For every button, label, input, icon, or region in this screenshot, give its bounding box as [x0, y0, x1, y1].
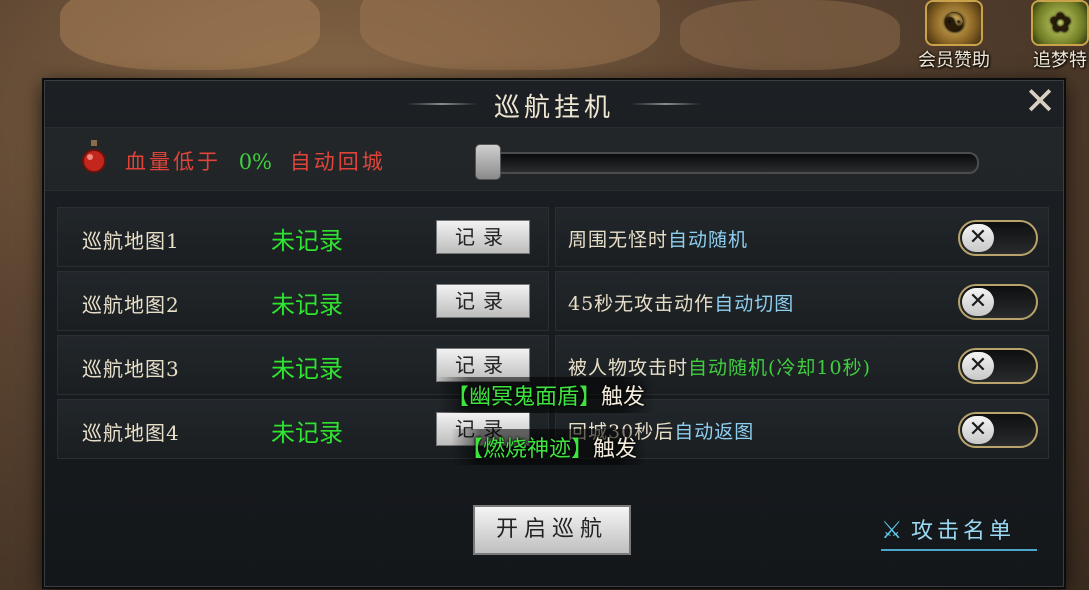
record-button[interactable]: 记录 — [436, 220, 530, 254]
option-label-highlight: 自动随机(冷却10秒) — [688, 357, 872, 379]
option-label-highlight: 自动切图 — [714, 293, 795, 315]
map-row-2: 巡航地图2 未记录 记录 — [57, 271, 549, 331]
option-toggle[interactable]: ✕ — [958, 348, 1038, 384]
option-label-pre: 周围无怪时 — [568, 229, 669, 251]
toast-item-name: 【燃烧神迹】 — [461, 437, 594, 462]
record-button[interactable]: 记录 — [436, 284, 530, 318]
member-help-button[interactable]: ☯ 会员赞助 — [904, 0, 1004, 72]
hp-threshold-text: 血量低于 0% 自动回城 — [125, 146, 386, 176]
trigger-toast: 【幽冥鬼面盾】触发 — [437, 377, 656, 413]
map-status: 未记录 — [271, 227, 343, 255]
potion-icon — [82, 140, 106, 173]
close-icon[interactable]: ✕ — [1017, 81, 1063, 121]
chase-dream-label: 追梦特 — [1033, 50, 1087, 71]
option-toggle[interactable]: ✕ — [958, 284, 1038, 320]
gift-icon: ✿ — [1031, 0, 1089, 46]
toggle-off-icon: ✕ — [962, 416, 994, 444]
toast-trigger: 触发 — [601, 385, 646, 410]
attack-list-button[interactable]: ⚔ 攻击名单 — [881, 513, 1037, 551]
hp-slider-knob[interactable] — [475, 144, 501, 180]
option-label-pre: 45秒无攻击动作 — [568, 293, 715, 315]
option-toggle[interactable]: ✕ — [958, 412, 1038, 448]
map-label: 巡航地图2 — [82, 293, 180, 317]
map-status: 未记录 — [271, 291, 343, 319]
attack-list-label: 攻击名单 — [911, 519, 1016, 544]
panel-title: 巡航挂机 — [493, 93, 614, 123]
map-label: 巡航地图4 — [82, 421, 180, 445]
chase-dream-button[interactable]: ✿ 追梦特 — [1020, 0, 1089, 72]
background-rock — [680, 0, 900, 70]
toggle-off-icon: ✕ — [962, 224, 994, 252]
option-label-highlight: 自动随机 — [668, 229, 749, 251]
map-label: 巡航地图3 — [82, 357, 180, 381]
option-label: 45秒无攻击动作自动切图 — [568, 289, 794, 316]
map-label: 巡航地图1 — [82, 229, 180, 253]
yin-yang-icon: ☯ — [925, 0, 983, 46]
toggle-off-icon: ✕ — [962, 288, 994, 316]
toggle-off-icon: ✕ — [962, 352, 994, 380]
option-row-1: 周围无怪时自动随机 ✕ — [555, 207, 1049, 267]
start-cruise-button[interactable]: 开启巡航 — [473, 505, 631, 555]
option-label: 周围无怪时自动随机 — [568, 225, 748, 252]
background-rock — [60, 0, 320, 70]
background-rock — [360, 0, 660, 70]
hp-suffix: 自动回城 — [289, 150, 386, 174]
option-row-2: 45秒无攻击动作自动切图 ✕ — [555, 271, 1049, 331]
trigger-toast: 【燃烧神迹】触发 — [451, 429, 648, 465]
hp-threshold-row: 血量低于 0% 自动回城 — [45, 127, 1063, 191]
toast-trigger: 触发 — [593, 437, 638, 462]
option-toggle[interactable]: ✕ — [958, 220, 1038, 256]
crossed-swords-icon: ⚔ — [881, 516, 907, 544]
toast-item-name: 【幽冥鬼面盾】 — [447, 385, 602, 410]
hp-slider-track[interactable] — [479, 152, 979, 174]
map-status: 未记录 — [271, 355, 343, 383]
option-label: 被人物攻击时自动随机(冷却10秒) — [568, 353, 871, 380]
option-label-highlight: 自动返图 — [674, 421, 755, 443]
member-help-label: 会员赞助 — [918, 50, 990, 71]
hp-percent: 0% — [238, 150, 273, 174]
option-label-pre: 被人物攻击时 — [568, 357, 689, 379]
map-status: 未记录 — [271, 419, 343, 447]
cruise-panel: 巡航挂机 ✕ 血量低于 0% 自动回城 巡航地图1 未记录 记录 巡航地图2 未… — [44, 80, 1064, 587]
map-row-1: 巡航地图1 未记录 记录 — [57, 207, 549, 267]
hp-prefix: 血量低于 — [125, 150, 221, 174]
title-ornament-right — [631, 103, 701, 105]
